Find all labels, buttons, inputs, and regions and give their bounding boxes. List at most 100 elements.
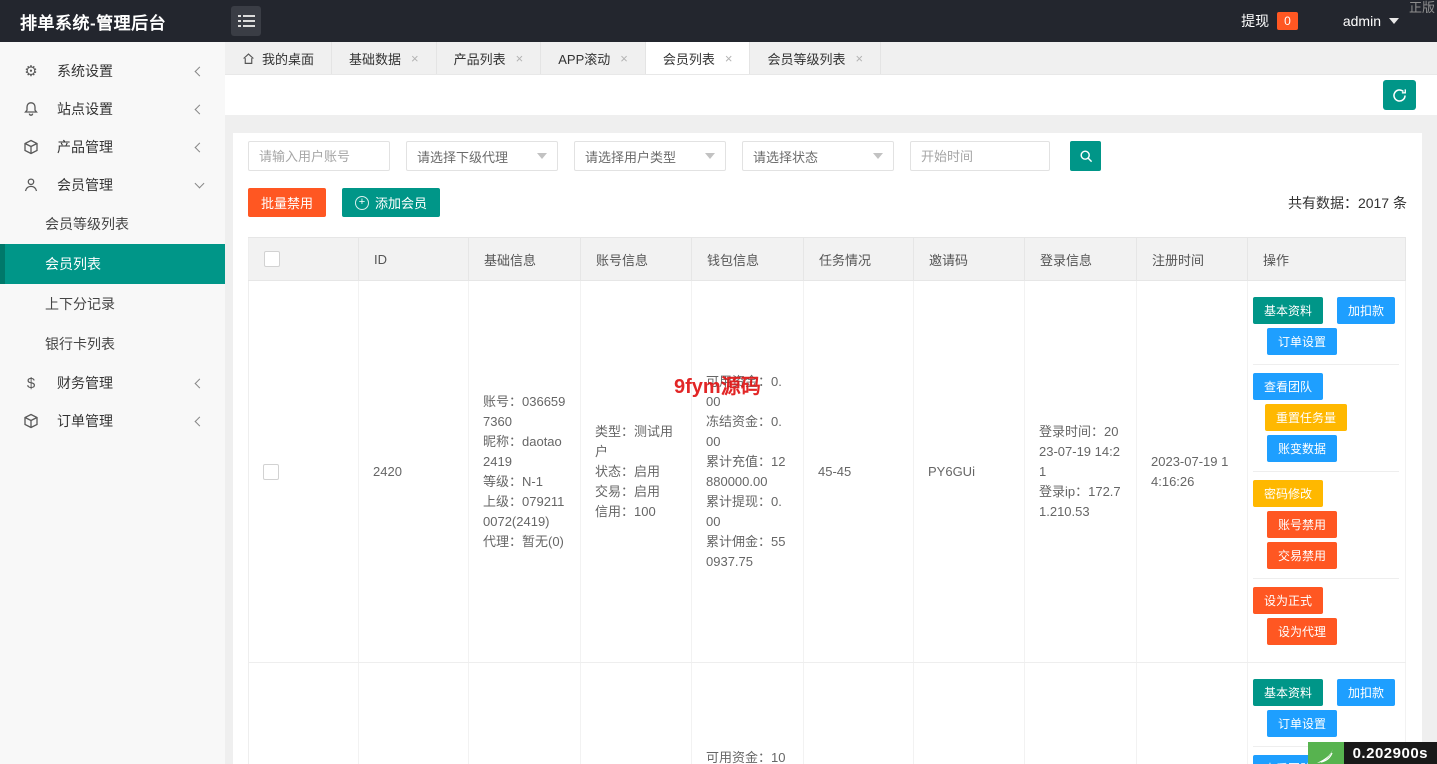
- cell-basic-info: [468, 662, 581, 764]
- tab-app-scroll[interactable]: APP滚动 ×: [541, 42, 646, 74]
- cell-wallet-info: 可用资金：10: [691, 662, 804, 764]
- close-icon[interactable]: ×: [855, 51, 863, 66]
- admin-user-menu[interactable]: admin: [1343, 13, 1399, 29]
- table-header-row: ID 基础信息 账号信息 钱包信息 任务情况 邀请码 登录信息 注册时间 操作: [248, 237, 1406, 281]
- chevron-left-icon: [194, 66, 205, 76]
- column-header-task-status: 任务情况: [803, 237, 914, 281]
- sidebar: ⚙ 系统设置 站点设置 产品管理 会员管理 会员等级列表 会员列表 上下分记录 …: [0, 42, 225, 764]
- admin-username: admin: [1342, 13, 1381, 29]
- cell-account-info: [580, 662, 692, 764]
- column-header-id: ID: [358, 237, 469, 281]
- sidebar-item-member-level-list[interactable]: 会员等级列表: [0, 204, 225, 244]
- total-count-text: 共有数据：2017 条: [1287, 194, 1407, 211]
- reset-task-quota-button[interactable]: 重置任务量: [1265, 404, 1348, 431]
- cell-register-time: [1136, 662, 1248, 764]
- sidebar-item-site-settings[interactable]: 站点设置: [0, 90, 225, 128]
- app-title: 排单系统-管理后台: [20, 13, 167, 33]
- add-deduct-funds-button[interactable]: 加扣款: [1337, 297, 1396, 324]
- close-icon[interactable]: ×: [725, 51, 733, 66]
- sidebar-item-order-management[interactable]: 订单管理: [0, 402, 225, 440]
- chevron-down-icon: [194, 178, 205, 189]
- close-icon[interactable]: ×: [516, 51, 524, 66]
- disable-trading-button[interactable]: 交易禁用: [1267, 542, 1338, 569]
- view-team-button[interactable]: 查看团队: [1253, 373, 1324, 400]
- menu-toggle-button[interactable]: [231, 6, 261, 36]
- disable-account-button[interactable]: 账号禁用: [1267, 511, 1338, 538]
- set-official-button[interactable]: 设为正式: [1253, 587, 1324, 614]
- column-header-operations: 操作: [1247, 237, 1406, 281]
- tab-my-desktop[interactable]: 我的桌面: [225, 42, 333, 74]
- license-watermark: 正版: [1408, 0, 1435, 15]
- tab-member-list[interactable]: 会员列表 ×: [645, 42, 751, 74]
- add-deduct-funds-button[interactable]: 加扣款: [1337, 679, 1396, 706]
- toolbar-strip: [225, 75, 1437, 115]
- batch-disable-button[interactable]: 批量禁用: [248, 188, 327, 217]
- cell-invite-code: PY6GUi: [913, 280, 1025, 663]
- member-list-panel: 请选择下级代理 请选择用户类型 请选择状态: [233, 133, 1422, 764]
- cell-basic-info: 账号：0366597360 昵称：daotao2419 等级：N-1 上级：07…: [468, 280, 581, 663]
- tab-bar: 我的桌面 基础数据 × 产品列表 × APP滚动 × 会员列表 × 会员等级列表…: [225, 42, 1437, 75]
- sidebar-item-system-settings[interactable]: ⚙ 系统设置: [0, 52, 225, 90]
- tab-member-level-list[interactable]: 会员等级列表 ×: [750, 42, 882, 74]
- chevron-left-icon: [194, 104, 205, 114]
- cube-icon: [22, 139, 40, 155]
- chevron-down-icon: [873, 153, 883, 159]
- column-header-register-time: 注册时间: [1136, 237, 1248, 281]
- home-icon: [242, 52, 255, 65]
- add-member-button[interactable]: + 添加会员: [342, 188, 441, 217]
- select-all-checkbox[interactable]: [264, 251, 280, 267]
- cell-wallet-info: 可用资金：0.00 冻结资金：0.00 累计充值：12880000.00 累计提…: [691, 280, 804, 663]
- chevron-left-icon: [194, 378, 205, 388]
- page-content: 请选择下级代理 请选择用户类型 请选择状态: [225, 115, 1437, 764]
- sidebar-item-member-list[interactable]: 会员列表: [0, 244, 225, 284]
- user-type-select[interactable]: 请选择用户类型: [574, 141, 726, 171]
- member-table: ID 基础信息 账号信息 钱包信息 任务情况 邀请码 登录信息 注册时间 操作: [248, 237, 1406, 764]
- sidebar-item-product-management[interactable]: 产品管理: [0, 128, 225, 166]
- cell-invite-code: [913, 662, 1025, 764]
- account-change-data-button[interactable]: 账变数据: [1267, 435, 1338, 462]
- account-search-input[interactable]: [248, 141, 390, 171]
- basic-profile-button[interactable]: 基本资料: [1253, 679, 1324, 706]
- sidebar-item-member-management[interactable]: 会员管理: [0, 166, 225, 204]
- tab-product-list[interactable]: 产品列表 ×: [437, 42, 542, 74]
- basic-profile-button[interactable]: 基本资料: [1253, 297, 1324, 324]
- cell-login-info: 登录时间：2023-07-19 14:21 登录ip：172.71.210.53: [1024, 280, 1137, 663]
- tab-basic-data[interactable]: 基础数据 ×: [332, 42, 437, 74]
- bell-icon: [22, 101, 40, 117]
- plus-icon: +: [355, 195, 370, 210]
- column-header-account-info: 账号信息: [580, 237, 692, 281]
- debug-timer-badge: 0.202900s: [1307, 742, 1437, 764]
- sidebar-item-bankcard-list[interactable]: 银行卡列表: [0, 324, 225, 364]
- order-settings-button[interactable]: 订单设置: [1267, 710, 1338, 737]
- table-row: 可用资金：10 基本资料 加扣款 订单设置: [248, 662, 1406, 764]
- status-select[interactable]: 请选择状态: [742, 141, 894, 171]
- sidebar-item-updown-records[interactable]: 上下分记录: [0, 284, 225, 324]
- dollar-icon: $: [26, 374, 36, 392]
- cell-id: 2420: [358, 280, 469, 663]
- agent-select[interactable]: 请选择下级代理: [406, 141, 558, 171]
- refresh-button[interactable]: [1383, 80, 1416, 110]
- row-checkbox[interactable]: [263, 463, 279, 480]
- column-header-login-info: 登录信息: [1024, 237, 1137, 281]
- header: 排单系统-管理后台 提现 0 admin 正版: [0, 0, 1437, 42]
- sidebar-item-finance-management[interactable]: $ 财务管理: [0, 364, 225, 402]
- table-row: 2420 账号：0366597360 昵称：daotao2419 等级：N-1 …: [248, 280, 1406, 663]
- withdraw-menu[interactable]: 提现 0: [1241, 11, 1298, 31]
- cell-operations: 基本资料 加扣款 订单设置 查看团队 重置任务量 账变数据 密码修改 账号禁用 …: [1247, 280, 1406, 663]
- start-time-input[interactable]: [910, 141, 1050, 171]
- withdraw-label: 提现: [1241, 13, 1270, 29]
- refresh-icon: [1393, 88, 1406, 102]
- change-password-button[interactable]: 密码修改: [1253, 480, 1324, 507]
- cell-id: [358, 662, 469, 764]
- withdraw-count-badge: 0: [1277, 12, 1298, 30]
- close-icon[interactable]: ×: [411, 51, 419, 66]
- chevron-down-icon: [1389, 18, 1399, 24]
- cell-task-status: 45-45: [803, 280, 914, 663]
- cell-task-status: [803, 662, 914, 764]
- set-agent-button[interactable]: 设为代理: [1267, 618, 1338, 645]
- cube-icon: [22, 413, 40, 429]
- order-settings-button[interactable]: 订单设置: [1267, 328, 1338, 355]
- chevron-down-icon: [705, 153, 715, 159]
- search-button[interactable]: [1070, 141, 1101, 171]
- close-icon[interactable]: ×: [620, 51, 628, 66]
